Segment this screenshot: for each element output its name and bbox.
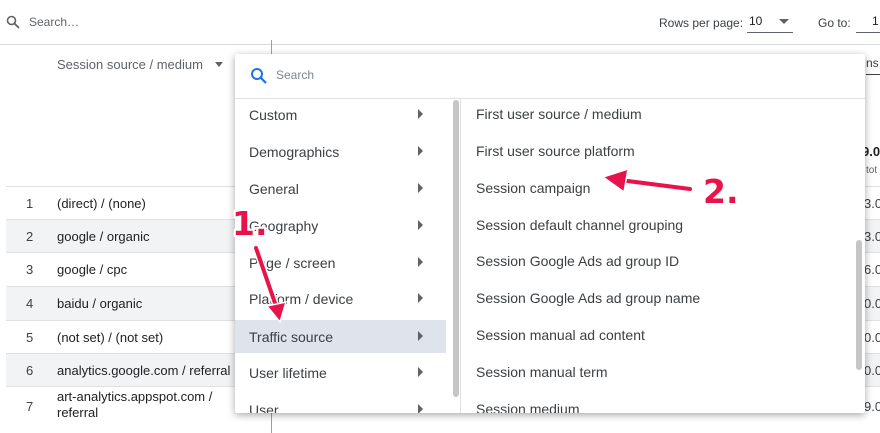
- annotation-arrow-1-line: [254, 246, 278, 308]
- annotation-step-1: 1.: [232, 204, 268, 243]
- annotation-arrow-1-head: [265, 301, 288, 324]
- annotation-step-2: 2.: [703, 172, 739, 211]
- annotation-arrow-2-head: [601, 167, 629, 194]
- annotation-arrows: [252, 167, 694, 324]
